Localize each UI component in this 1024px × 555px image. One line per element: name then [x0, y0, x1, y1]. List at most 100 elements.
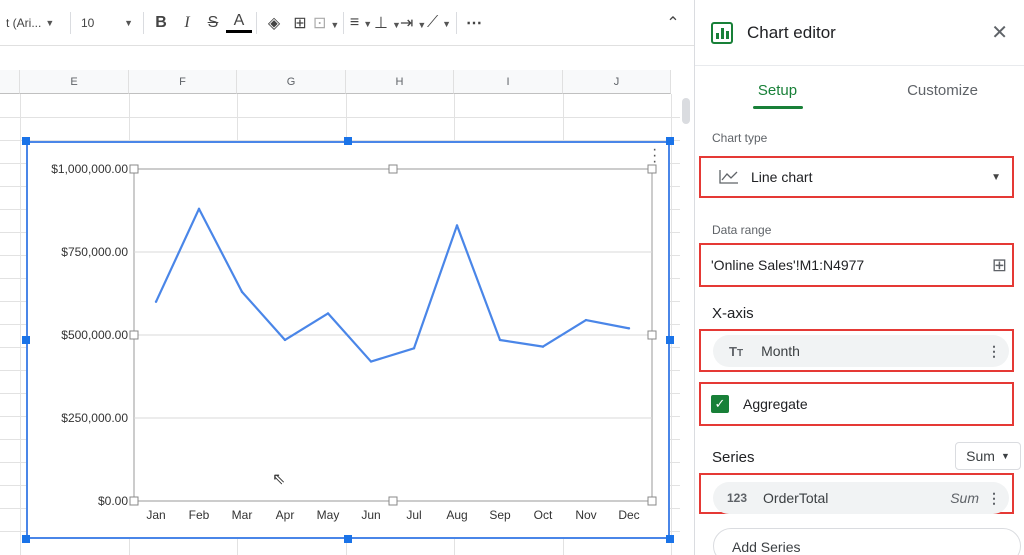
x-tick-label: Feb [189, 508, 210, 522]
series-field-aggregate: Sum [950, 490, 979, 506]
column-header-f[interactable]: F [129, 70, 237, 94]
data-point [240, 290, 244, 294]
checkbox-checked-icon[interactable]: ✓ [711, 395, 729, 413]
x-tick-label: Mar [232, 508, 253, 522]
fill-color-icon[interactable]: ◈ [261, 13, 287, 33]
font-family-select[interactable]: t (Ari... ▼ [0, 8, 66, 38]
x-tick-label: Jun [361, 508, 380, 522]
resize-handle[interactable] [344, 535, 352, 543]
font-size-value: 10 [81, 15, 95, 30]
chart-type-select[interactable]: Line chart ▼ [705, 159, 1007, 195]
data-point [197, 207, 201, 211]
x-tick-label: May [317, 508, 340, 522]
x-axis-field-chip[interactable]: TT Month ⋮ [713, 335, 1009, 367]
x-tick-label: Aug [446, 508, 467, 522]
tab-label: Setup [757, 82, 798, 99]
column-letter: G [286, 75, 296, 88]
column-header-i[interactable]: I [454, 70, 563, 94]
line-chart-icon [719, 168, 739, 187]
toolbar-divider [70, 11, 71, 34]
x-axis-title: X-axis [712, 305, 754, 322]
column-header-h[interactable]: H [346, 70, 454, 94]
data-point [283, 338, 287, 342]
italic-icon[interactable]: I [174, 14, 200, 32]
plot-handle [647, 496, 657, 506]
data-point [584, 318, 588, 322]
active-tab-indicator [753, 106, 803, 109]
resize-handle[interactable] [344, 137, 352, 145]
collapse-icon[interactable]: ⌃ [660, 13, 686, 33]
chevron-down-icon: ▼ [124, 17, 133, 28]
y-tick-label: $750,000.00 [61, 245, 128, 259]
data-range-input[interactable]: 'Online Sales'!M1:N4977 ⊞ [705, 247, 1007, 283]
more-icon[interactable]: ⋯ [461, 13, 487, 33]
resize-handle[interactable] [22, 137, 30, 145]
data-point [369, 360, 373, 363]
x-tick-label: Jan [146, 508, 165, 522]
data-range-label: Data range [712, 223, 772, 237]
data-point [455, 224, 459, 227]
add-series-button[interactable]: Add Series [713, 528, 1021, 555]
chart-type-value: Line chart [751, 169, 813, 185]
tab-customize[interactable]: Customize [860, 66, 1024, 114]
chart-type-label: Chart type [712, 131, 768, 145]
tab-setup[interactable]: Setup [695, 66, 860, 114]
merge-cells-icon[interactable]: ⊡ ▼ [313, 13, 339, 33]
spreadsheet-grid: E F G H I J $0.00 $250,000.00 $500,000.0… [0, 46, 694, 555]
editor-tabs: Setup Customize [695, 66, 1024, 114]
aggregate-checkbox-row[interactable]: ✓ Aggregate [705, 386, 1007, 422]
align-icon[interactable]: ≡ ▼ [348, 14, 374, 32]
borders-icon[interactable]: ⊞ [287, 13, 313, 33]
more-vert-icon[interactable]: ⋮ [987, 490, 1001, 507]
y-tick-label: $1,000,000.00 [51, 162, 128, 176]
close-icon[interactable]: ✕ [991, 20, 1008, 45]
text-wrap-icon[interactable]: ⇥ ▼ [400, 13, 426, 33]
bold-icon[interactable]: B [148, 14, 174, 32]
grid-line [0, 117, 680, 118]
column-header-e[interactable]: E [20, 70, 129, 94]
valign-icon[interactable]: ⊥ ▼ [374, 13, 401, 33]
x-tick-label: Nov [575, 508, 596, 522]
text-color-icon[interactable]: A [226, 12, 252, 33]
line-chart-frame[interactable]: $0.00 $250,000.00 $500,000.00 $750,000.00 $1… [26, 141, 670, 539]
data-point [498, 338, 502, 342]
x-tick-label: Apr [276, 508, 295, 522]
plot-handle [129, 330, 139, 340]
strikethrough-icon[interactable]: S [200, 14, 226, 32]
series-field-value: OrderTotal [763, 490, 829, 506]
column-header-j[interactable]: J [563, 70, 671, 94]
tab-label: Customize [907, 82, 978, 99]
column-letter: H [395, 75, 404, 88]
resize-handle[interactable] [666, 137, 674, 145]
resize-handle[interactable] [666, 535, 674, 543]
toolbar-divider [256, 11, 257, 34]
add-series-label: Add Series [732, 539, 801, 555]
toolbar-divider [143, 11, 144, 34]
font-size-select[interactable]: 10 ▼ [75, 8, 139, 38]
chart-menu-icon[interactable]: · · · [652, 142, 657, 170]
column-letter: E [70, 75, 78, 88]
more-vert-icon[interactable]: ⋮ [987, 343, 1001, 360]
data-point [541, 345, 545, 348]
app-root: t (Ari... ▼ 10 ▼ B I S A ◈ ⊞ ⊡ ▼ ≡ ▼ ⊥ ▼ ⇥ ▼… [0, 0, 1024, 555]
column-letter: J [613, 75, 620, 88]
resize-handle[interactable] [22, 535, 30, 543]
text-rotate-icon[interactable]: ⟋ ▼ [426, 14, 452, 32]
column-header-g[interactable]: G [237, 70, 346, 94]
series-field-chip[interactable]: 123 OrderTotal Sum ⋮ [713, 482, 1009, 514]
x-axis-field-value: Month [761, 343, 800, 359]
chart-editor-icon [711, 21, 733, 44]
x-tick-label: Sep [489, 508, 511, 522]
resize-handle[interactable] [22, 336, 30, 344]
grid-select-icon[interactable]: ⊞ [992, 255, 1007, 276]
x-tick-label: Jul [406, 508, 421, 522]
series-line [155, 207, 630, 363]
vertical-scrollbar[interactable] [682, 98, 690, 124]
resize-handle[interactable] [666, 336, 674, 344]
font-family-value: t (Ari... [6, 15, 42, 30]
chart-editor-title: Chart editor [747, 22, 836, 42]
series-aggregate-select[interactable]: Sum ▼ [955, 442, 1021, 470]
plot-handle [129, 496, 139, 506]
plot-handle [388, 496, 398, 506]
y-tick-label: $0.00 [98, 494, 128, 508]
